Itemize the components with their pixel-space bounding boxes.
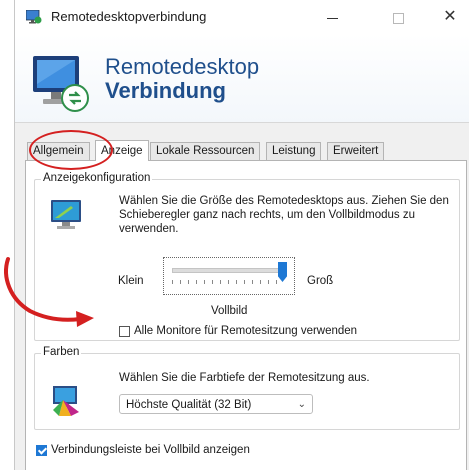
close-icon: ✕	[443, 8, 457, 25]
maximize-icon	[392, 12, 404, 24]
maximize-button[interactable]	[383, 6, 413, 28]
slider-thumb[interactable]	[278, 262, 287, 282]
header-banner: Remotedesktop Verbindung	[15, 34, 469, 123]
window-title: Remotedesktopverbindung	[51, 9, 207, 24]
slider-value-label: Vollbild	[211, 305, 248, 317]
all-monitors-label: Alle Monitore für Remotesitzung verwende…	[134, 325, 358, 337]
tab-allgemein[interactable]: Allgemein	[27, 142, 90, 160]
all-monitors-checkbox[interactable]	[119, 325, 130, 337]
slider-ticks	[172, 280, 284, 284]
rdp-window: Remotedesktopverbindung ✕ Remotedesktop …	[14, 0, 469, 470]
remote-desktop-monitor-icon	[33, 56, 89, 112]
banner-title-line1: Remotedesktop	[105, 54, 260, 79]
slider-min-label: Klein	[118, 275, 144, 287]
slider-max-label: Groß	[307, 275, 334, 287]
tab-erweitert[interactable]: Erweitert	[327, 142, 385, 160]
color-depth-dropdown[interactable]: Höchste Qualität (32 Bit) ⌄	[119, 394, 313, 414]
connection-bar-option[interactable]: Verbindungsleiste bei Vollbild anzeigen	[36, 444, 250, 456]
tab-anzeige[interactable]: Anzeige	[95, 140, 149, 161]
all-monitors-option[interactable]: Alle Monitore für Remotesitzung verwende…	[119, 325, 357, 337]
display-config-legend: Anzeigekonfiguration	[41, 172, 153, 184]
colors-description: Wählen Sie die Farbtiefe der Remotesitzu…	[119, 372, 370, 384]
colors-legend: Farben	[41, 346, 82, 358]
display-monitor-icon	[51, 200, 81, 229]
tab-lokale-ressourcen[interactable]: Lokale Ressourcen	[150, 142, 261, 160]
display-description: Wählen Sie die Größe des Remotedesktops …	[119, 195, 449, 235]
slider-track	[172, 268, 286, 273]
color-depth-value: Höchste Qualität (32 Bit)	[126, 399, 252, 411]
display-size-slider[interactable]	[163, 257, 295, 295]
colors-group: Farben Wählen Sie die Farbtiefe der Remo…	[34, 346, 460, 430]
tab-leistung[interactable]: Leistung	[266, 142, 322, 160]
color-palette-icon	[53, 386, 79, 416]
connection-bar-checkbox[interactable]	[36, 444, 47, 456]
connection-bar-label: Verbindungsleiste bei Vollbild anzeigen	[51, 444, 250, 456]
minimize-icon	[326, 17, 338, 19]
minimize-button[interactable]	[317, 6, 347, 28]
banner-title-line2: Verbindung	[105, 78, 226, 103]
close-button[interactable]: ✕	[435, 6, 465, 28]
red-arrow-annotation-icon	[4, 257, 94, 327]
chevron-down-icon: ⌄	[297, 399, 306, 410]
remote-desktop-app-icon	[26, 10, 42, 24]
title-bar[interactable]: Remotedesktopverbindung ✕	[15, 0, 469, 34]
